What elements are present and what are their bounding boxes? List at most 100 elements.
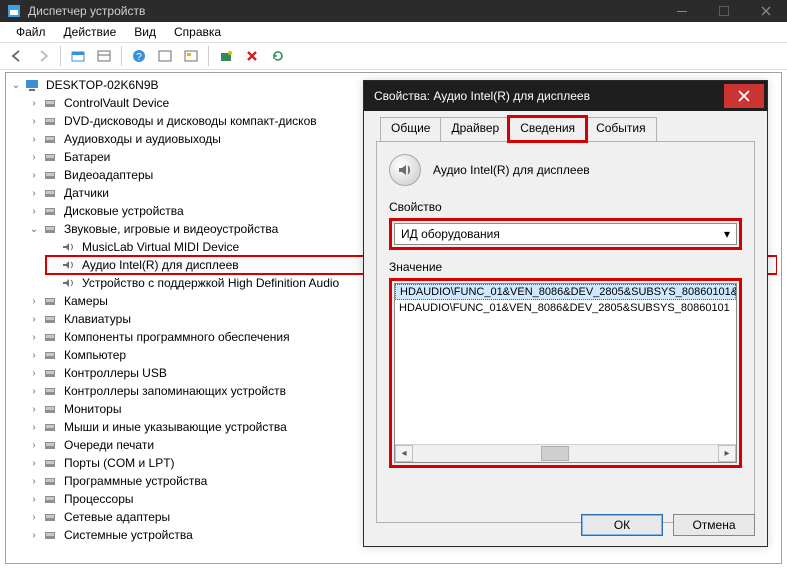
category-label: Контроллеры запоминающих устройств [62, 383, 288, 399]
dialog-tabs: Общие Драйвер Сведения События [380, 117, 767, 141]
nav-back-button[interactable] [6, 45, 28, 67]
chevron-right-icon[interactable]: › [28, 439, 40, 451]
value-item[interactable]: HDAUDIO\FUNC_01&VEN_8086&DEV_2805&SUBSYS… [395, 300, 736, 316]
category-label: Программные устройства [62, 473, 209, 489]
properties-dialog: Свойства: Аудио Intel(R) для дисплеев Об… [363, 80, 768, 547]
category-label: Компьютер [62, 347, 128, 363]
computer-icon [24, 77, 40, 93]
category-icon [42, 185, 58, 201]
root-label: DESKTOP-02K6N9B [44, 77, 161, 93]
ok-button[interactable]: ОК [581, 514, 663, 536]
sound-device-icon [60, 257, 76, 273]
chevron-down-icon[interactable]: ⌄ [28, 223, 40, 235]
category-icon [42, 311, 58, 327]
sound-device-icon [60, 275, 76, 291]
tab-events[interactable]: События [585, 117, 657, 141]
device-label: MusicLab Virtual MIDI Device [80, 239, 241, 255]
chevron-right-icon[interactable]: › [28, 151, 40, 163]
close-button[interactable] [745, 0, 787, 22]
tab-details[interactable]: Сведения [509, 117, 586, 141]
category-icon [42, 221, 58, 237]
chevron-right-icon[interactable]: › [28, 493, 40, 505]
property-label: Свойство [389, 200, 742, 214]
chevron-right-icon[interactable]: › [28, 403, 40, 415]
category-icon [42, 455, 58, 471]
sound-device-icon [60, 239, 76, 255]
menubar: Файл Действие Вид Справка [0, 22, 787, 42]
tool-icon-2[interactable] [93, 45, 115, 67]
maximize-button[interactable] [703, 0, 745, 22]
scroll-right-icon[interactable]: ▸ [718, 445, 736, 462]
scroll-track[interactable] [413, 445, 718, 462]
app-icon [6, 3, 22, 19]
category-icon [42, 293, 58, 309]
category-label: Мониторы [62, 401, 123, 417]
chevron-right-icon[interactable]: › [28, 331, 40, 343]
value-listbox[interactable]: HDAUDIO\FUNC_01&VEN_8086&DEV_2805&SUBSYS… [394, 283, 737, 463]
chevron-right-icon[interactable]: › [28, 115, 40, 127]
tool-delete-button[interactable] [241, 45, 263, 67]
property-combo[interactable]: ИД оборудования ▾ [394, 223, 737, 245]
chevron-right-icon[interactable]: › [28, 295, 40, 307]
tool-refresh-button[interactable] [267, 45, 289, 67]
category-icon [42, 149, 58, 165]
menu-view[interactable]: Вид [126, 23, 164, 41]
category-icon [42, 473, 58, 489]
chevron-right-icon[interactable]: › [28, 367, 40, 379]
dialog-close-button[interactable] [724, 84, 764, 108]
chevron-right-icon[interactable]: › [28, 169, 40, 181]
titlebar: Диспетчер устройств [0, 0, 787, 22]
dialog-buttons: ОК Отмена [581, 514, 755, 536]
menu-action[interactable]: Действие [56, 23, 125, 41]
scroll-left-icon[interactable]: ◂ [395, 445, 413, 462]
scroll-thumb[interactable] [541, 446, 569, 461]
chevron-right-icon[interactable]: › [28, 421, 40, 433]
category-label: ControlVault Device [62, 95, 171, 111]
chevron-right-icon[interactable]: › [28, 511, 40, 523]
tab-general[interactable]: Общие [380, 117, 441, 141]
menu-file[interactable]: Файл [8, 23, 54, 41]
tool-help-button[interactable]: ? [128, 45, 150, 67]
chevron-right-icon[interactable]: › [28, 205, 40, 217]
spacer [46, 277, 58, 289]
property-combo-highlight: ИД оборудования ▾ [389, 218, 742, 250]
chevron-right-icon[interactable]: › [28, 385, 40, 397]
chevron-right-icon[interactable]: › [28, 475, 40, 487]
category-icon [42, 401, 58, 417]
chevron-right-icon[interactable]: › [28, 529, 40, 541]
chevron-right-icon[interactable]: › [28, 187, 40, 199]
device-header: Аудио Intel(R) для дисплеев [389, 154, 742, 186]
chevron-right-icon[interactable]: › [28, 97, 40, 109]
tool-icon-4[interactable] [180, 45, 202, 67]
collapse-icon[interactable]: ⌄ [10, 79, 22, 91]
cancel-button[interactable]: Отмена [673, 514, 755, 536]
category-label: Мыши и иные указывающие устройства [62, 419, 289, 435]
tab-driver[interactable]: Драйвер [440, 117, 510, 141]
device-label: Устройство с поддержкой High Definition … [80, 275, 341, 291]
category-icon [42, 95, 58, 111]
category-label: Порты (COM и LPT) [62, 455, 177, 471]
chevron-right-icon[interactable]: › [28, 457, 40, 469]
chevron-right-icon[interactable]: › [28, 313, 40, 325]
value-label: Значение [389, 260, 742, 274]
category-label: Процессоры [62, 491, 136, 507]
chevron-right-icon[interactable]: › [28, 349, 40, 361]
category-label: Очереди печати [62, 437, 156, 453]
horizontal-scrollbar[interactable]: ◂ ▸ [395, 444, 736, 462]
tool-scan-button[interactable] [215, 45, 237, 67]
category-label: Камеры [62, 293, 110, 309]
device-label: Аудио Intel(R) для дисплеев [80, 257, 241, 273]
menu-help[interactable]: Справка [166, 23, 229, 41]
tool-icon-3[interactable] [154, 45, 176, 67]
category-label: Контроллеры USB [62, 365, 169, 381]
nav-forward-button[interactable] [32, 45, 54, 67]
category-label: Компоненты программного обеспечения [62, 329, 292, 345]
value-item[interactable]: HDAUDIO\FUNC_01&VEN_8086&DEV_2805&SUBSYS… [395, 284, 736, 300]
minimize-button[interactable] [661, 0, 703, 22]
property-combo-value: ИД оборудования [401, 227, 500, 241]
tool-icon-1[interactable] [67, 45, 89, 67]
chevron-right-icon[interactable]: › [28, 133, 40, 145]
category-icon [42, 365, 58, 381]
toolbar-sep [60, 46, 61, 66]
category-icon [42, 329, 58, 345]
